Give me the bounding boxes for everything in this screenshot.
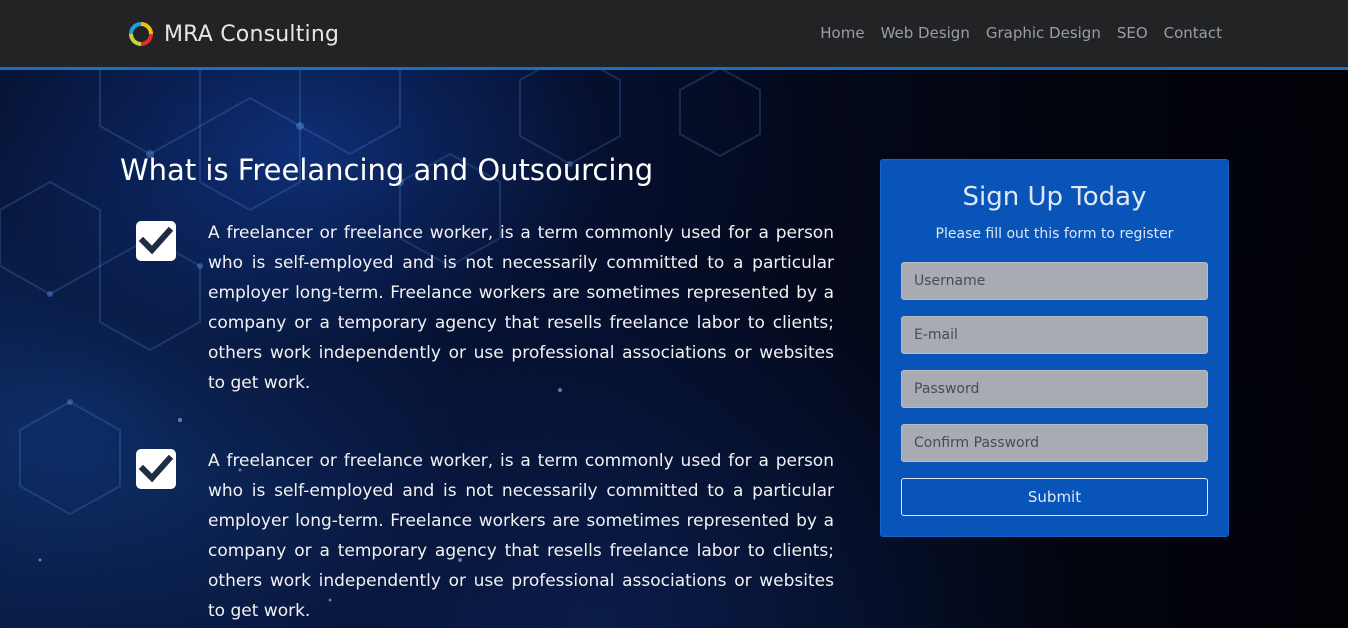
- signup-card: Sign Up Today Please fill out this form …: [880, 159, 1229, 537]
- nav-link-seo[interactable]: SEO: [1117, 24, 1148, 42]
- top-navbar: MRA Consulting Home Web Design Graphic D…: [0, 0, 1348, 70]
- password-input[interactable]: [901, 370, 1208, 408]
- nav-link-web-design[interactable]: Web Design: [881, 24, 970, 42]
- section-title: What is Freelancing and Outsourcing: [120, 153, 654, 187]
- nav-link-contact[interactable]: Contact: [1164, 24, 1222, 42]
- checkbox-checked-icon: [136, 449, 176, 489]
- signup-subtitle: Please fill out this form to register: [935, 226, 1174, 242]
- username-input[interactable]: [901, 262, 1208, 300]
- confirm-password-input[interactable]: [901, 424, 1208, 462]
- brand-link[interactable]: MRA Consulting: [128, 19, 339, 49]
- nav-link-home[interactable]: Home: [820, 24, 864, 42]
- email-input[interactable]: [901, 316, 1208, 354]
- feature-text: A freelancer or freelance worker, is a t…: [208, 451, 834, 621]
- nav-link-graphic-design[interactable]: Graphic Design: [986, 24, 1101, 42]
- signup-title: Sign Up Today: [962, 182, 1147, 212]
- brand-name: MRA Consulting: [164, 21, 340, 47]
- checkbox-checked-icon: [136, 221, 176, 261]
- feature-text: A freelancer or freelance worker, is a t…: [208, 223, 834, 393]
- submit-button[interactable]: Submit: [901, 478, 1208, 516]
- nav-menu: Home Web Design Graphic Design SEO Conta…: [820, 24, 1222, 42]
- circular-arrows-logo-icon: [129, 22, 153, 46]
